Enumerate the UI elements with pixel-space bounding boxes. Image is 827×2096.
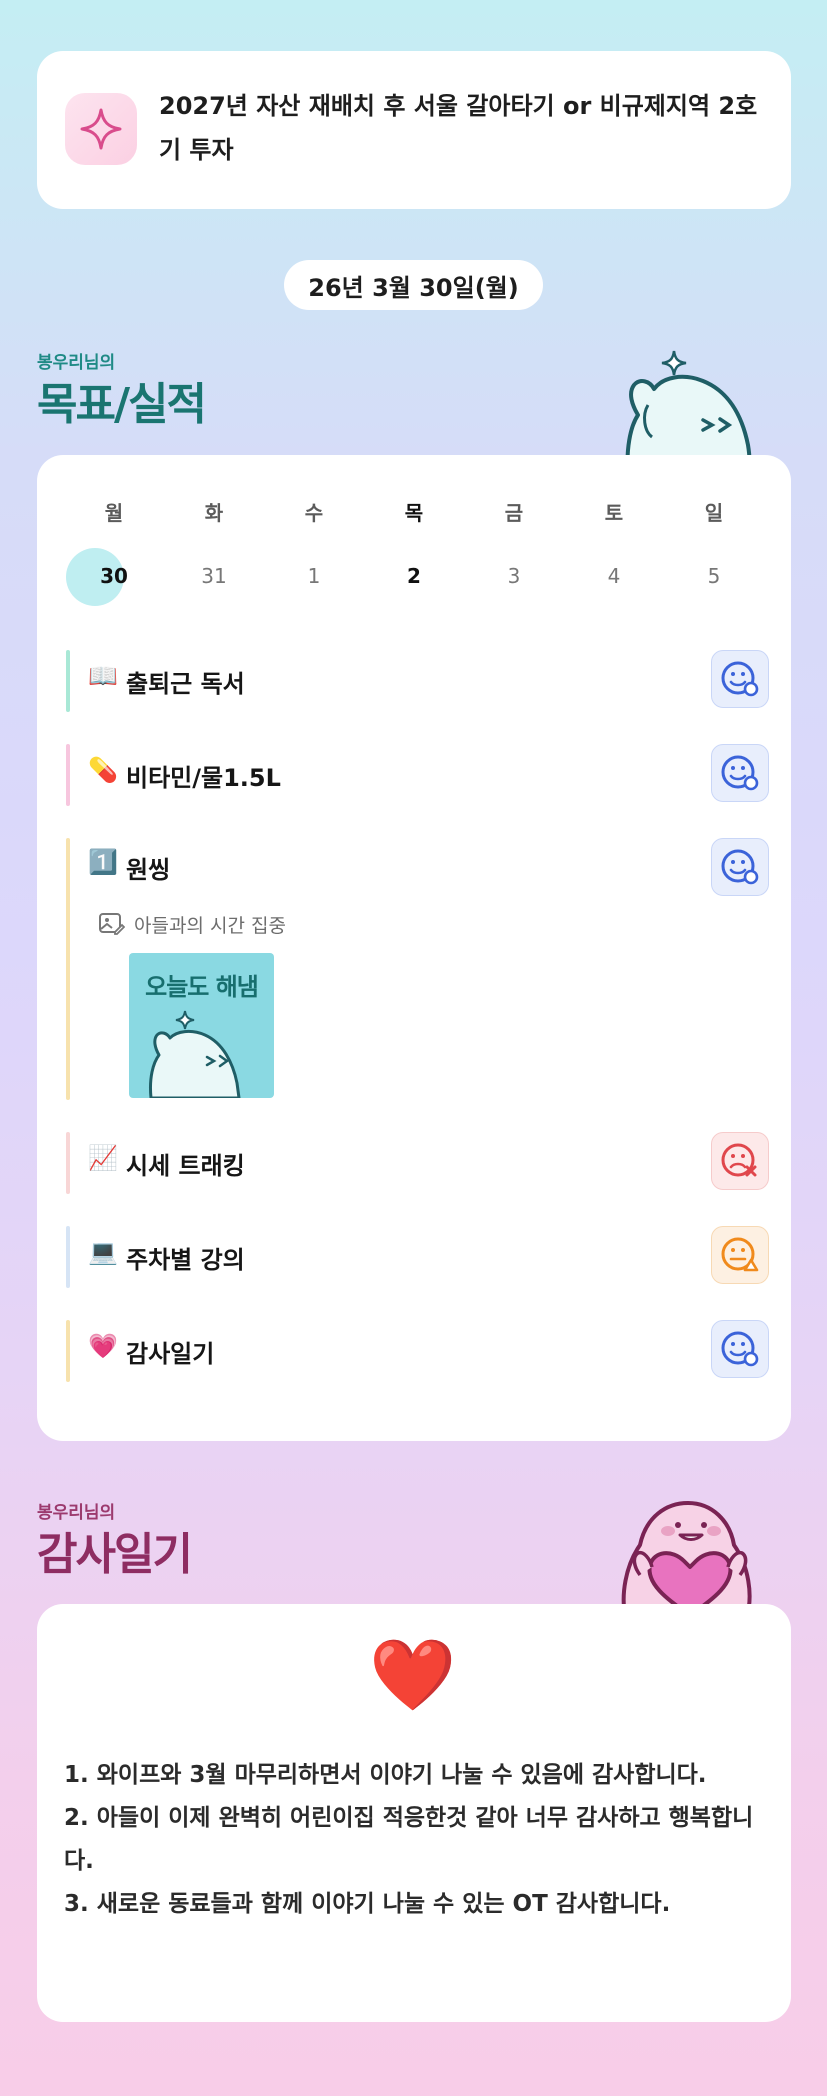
status-smile-done-icon[interactable] — [711, 744, 769, 802]
heart-icon: 💗 — [88, 1332, 118, 1360]
task-photo[interactable]: 오늘도 해냄 — [129, 953, 274, 1098]
gratitude-title: 감사일기 — [37, 1529, 193, 1580]
status-smile-done-icon[interactable] — [711, 838, 769, 896]
task-label: 시세 트래킹 — [126, 1152, 245, 1180]
weekday-tue: 화 — [204, 501, 224, 525]
mascot-thumbs-up-icon — [149, 1010, 241, 1098]
gratitude-line: 2. 아들이 이제 완벽히 어린이집 적응한것 같아 너무 감사하고 행복합니다… — [64, 1805, 754, 1874]
weekday-fri: 금 — [504, 501, 524, 525]
task-item[interactable]: 💻 주차별 강의 — [66, 1226, 762, 1288]
day-2[interactable]: 2 — [364, 564, 464, 588]
chart-up-icon: 📈 — [88, 1144, 118, 1172]
task-color-bar — [66, 838, 70, 1100]
gratitude-text: 1. 와이프와 3월 마무리하면서 이야기 나눌 수 있음에 감사합니다. 2.… — [64, 1754, 769, 1926]
task-label: 원씽 — [126, 856, 171, 884]
task-color-bar — [66, 1132, 70, 1194]
status-meh-warning-icon[interactable] — [711, 1226, 769, 1284]
status-sad-fail-icon[interactable] — [711, 1132, 769, 1190]
weekday-sun: 일 — [704, 501, 724, 525]
gratitude-line: 1. 와이프와 3월 마무리하면서 이야기 나눌 수 있음에 감사합니다. — [64, 1762, 707, 1788]
day-30[interactable]: 30 — [64, 564, 164, 588]
task-memo: 아들과의 시간 집중 — [134, 915, 286, 937]
day-number-row: 30 31 1 2 3 4 5 — [64, 564, 764, 588]
day-3[interactable]: 3 — [464, 564, 564, 588]
weekday-header-row: 월 화 수 목 금 토 일 — [64, 497, 764, 526]
goals-title: 목표/실적 — [37, 379, 207, 430]
heart-icon: ❤️ — [369, 1634, 457, 1716]
task-item[interactable]: 📈 시세 트래킹 — [66, 1132, 762, 1194]
goal-banner[interactable]: 2027년 자산 재배치 후 서울 갈아타기 or 비규제지역 2호기 투자 — [37, 51, 791, 209]
gratitude-line: 3. 새로운 동료들과 함께 이야기 나눌 수 있는 OT 감사합니다. — [64, 1891, 671, 1917]
task-color-bar — [66, 1226, 70, 1288]
weekday-sat: 토 — [604, 501, 624, 525]
task-item[interactable]: 💗 감사일기 — [66, 1320, 762, 1382]
gratitude-card: ❤️ 1. 와이프와 3월 마무리하면서 이야기 나눌 수 있음에 감사합니다.… — [37, 1604, 791, 2022]
date-label[interactable]: 26년 3월 30일(월) — [284, 260, 543, 310]
laptop-icon: 💻 — [88, 1238, 118, 1266]
task-item[interactable]: 💊 비타민/물1.5L — [66, 744, 762, 806]
mascot-holding-heart-icon — [621, 1501, 752, 1620]
day-31[interactable]: 31 — [164, 564, 264, 588]
task-label: 출퇴근 독서 — [126, 670, 245, 698]
weekday-thu: 목 — [404, 501, 424, 525]
day-5[interactable]: 5 — [664, 564, 764, 588]
day-4[interactable]: 4 — [564, 564, 664, 588]
image-memo-icon — [99, 913, 125, 935]
task-color-bar — [66, 1320, 70, 1382]
task-label: 주차별 강의 — [126, 1246, 245, 1274]
task-item[interactable]: 📖 출퇴근 독서 — [66, 650, 762, 712]
weekday-wed: 수 — [304, 501, 324, 525]
day-1[interactable]: 1 — [264, 564, 364, 588]
status-smile-done-icon[interactable] — [711, 1320, 769, 1378]
sparkle-icon — [65, 93, 137, 165]
task-label: 감사일기 — [126, 1340, 215, 1368]
task-color-bar — [66, 650, 70, 712]
status-smile-done-icon[interactable] — [711, 650, 769, 708]
number-one-icon: 1️⃣ — [88, 848, 118, 876]
task-label: 비타민/물1.5L — [126, 764, 281, 792]
weekday-mon: 월 — [104, 501, 124, 525]
book-icon: 📖 — [88, 662, 118, 690]
pill-icon: 💊 — [88, 756, 118, 784]
goal-text: 2027년 자산 재배치 후 서울 갈아타기 or 비규제지역 2호기 투자 — [159, 92, 758, 164]
goals-card: 월 화 수 목 금 토 일 30 31 1 2 3 4 5 📖 출퇴근 독서 💊… — [37, 455, 791, 1441]
task-color-bar — [66, 744, 70, 806]
